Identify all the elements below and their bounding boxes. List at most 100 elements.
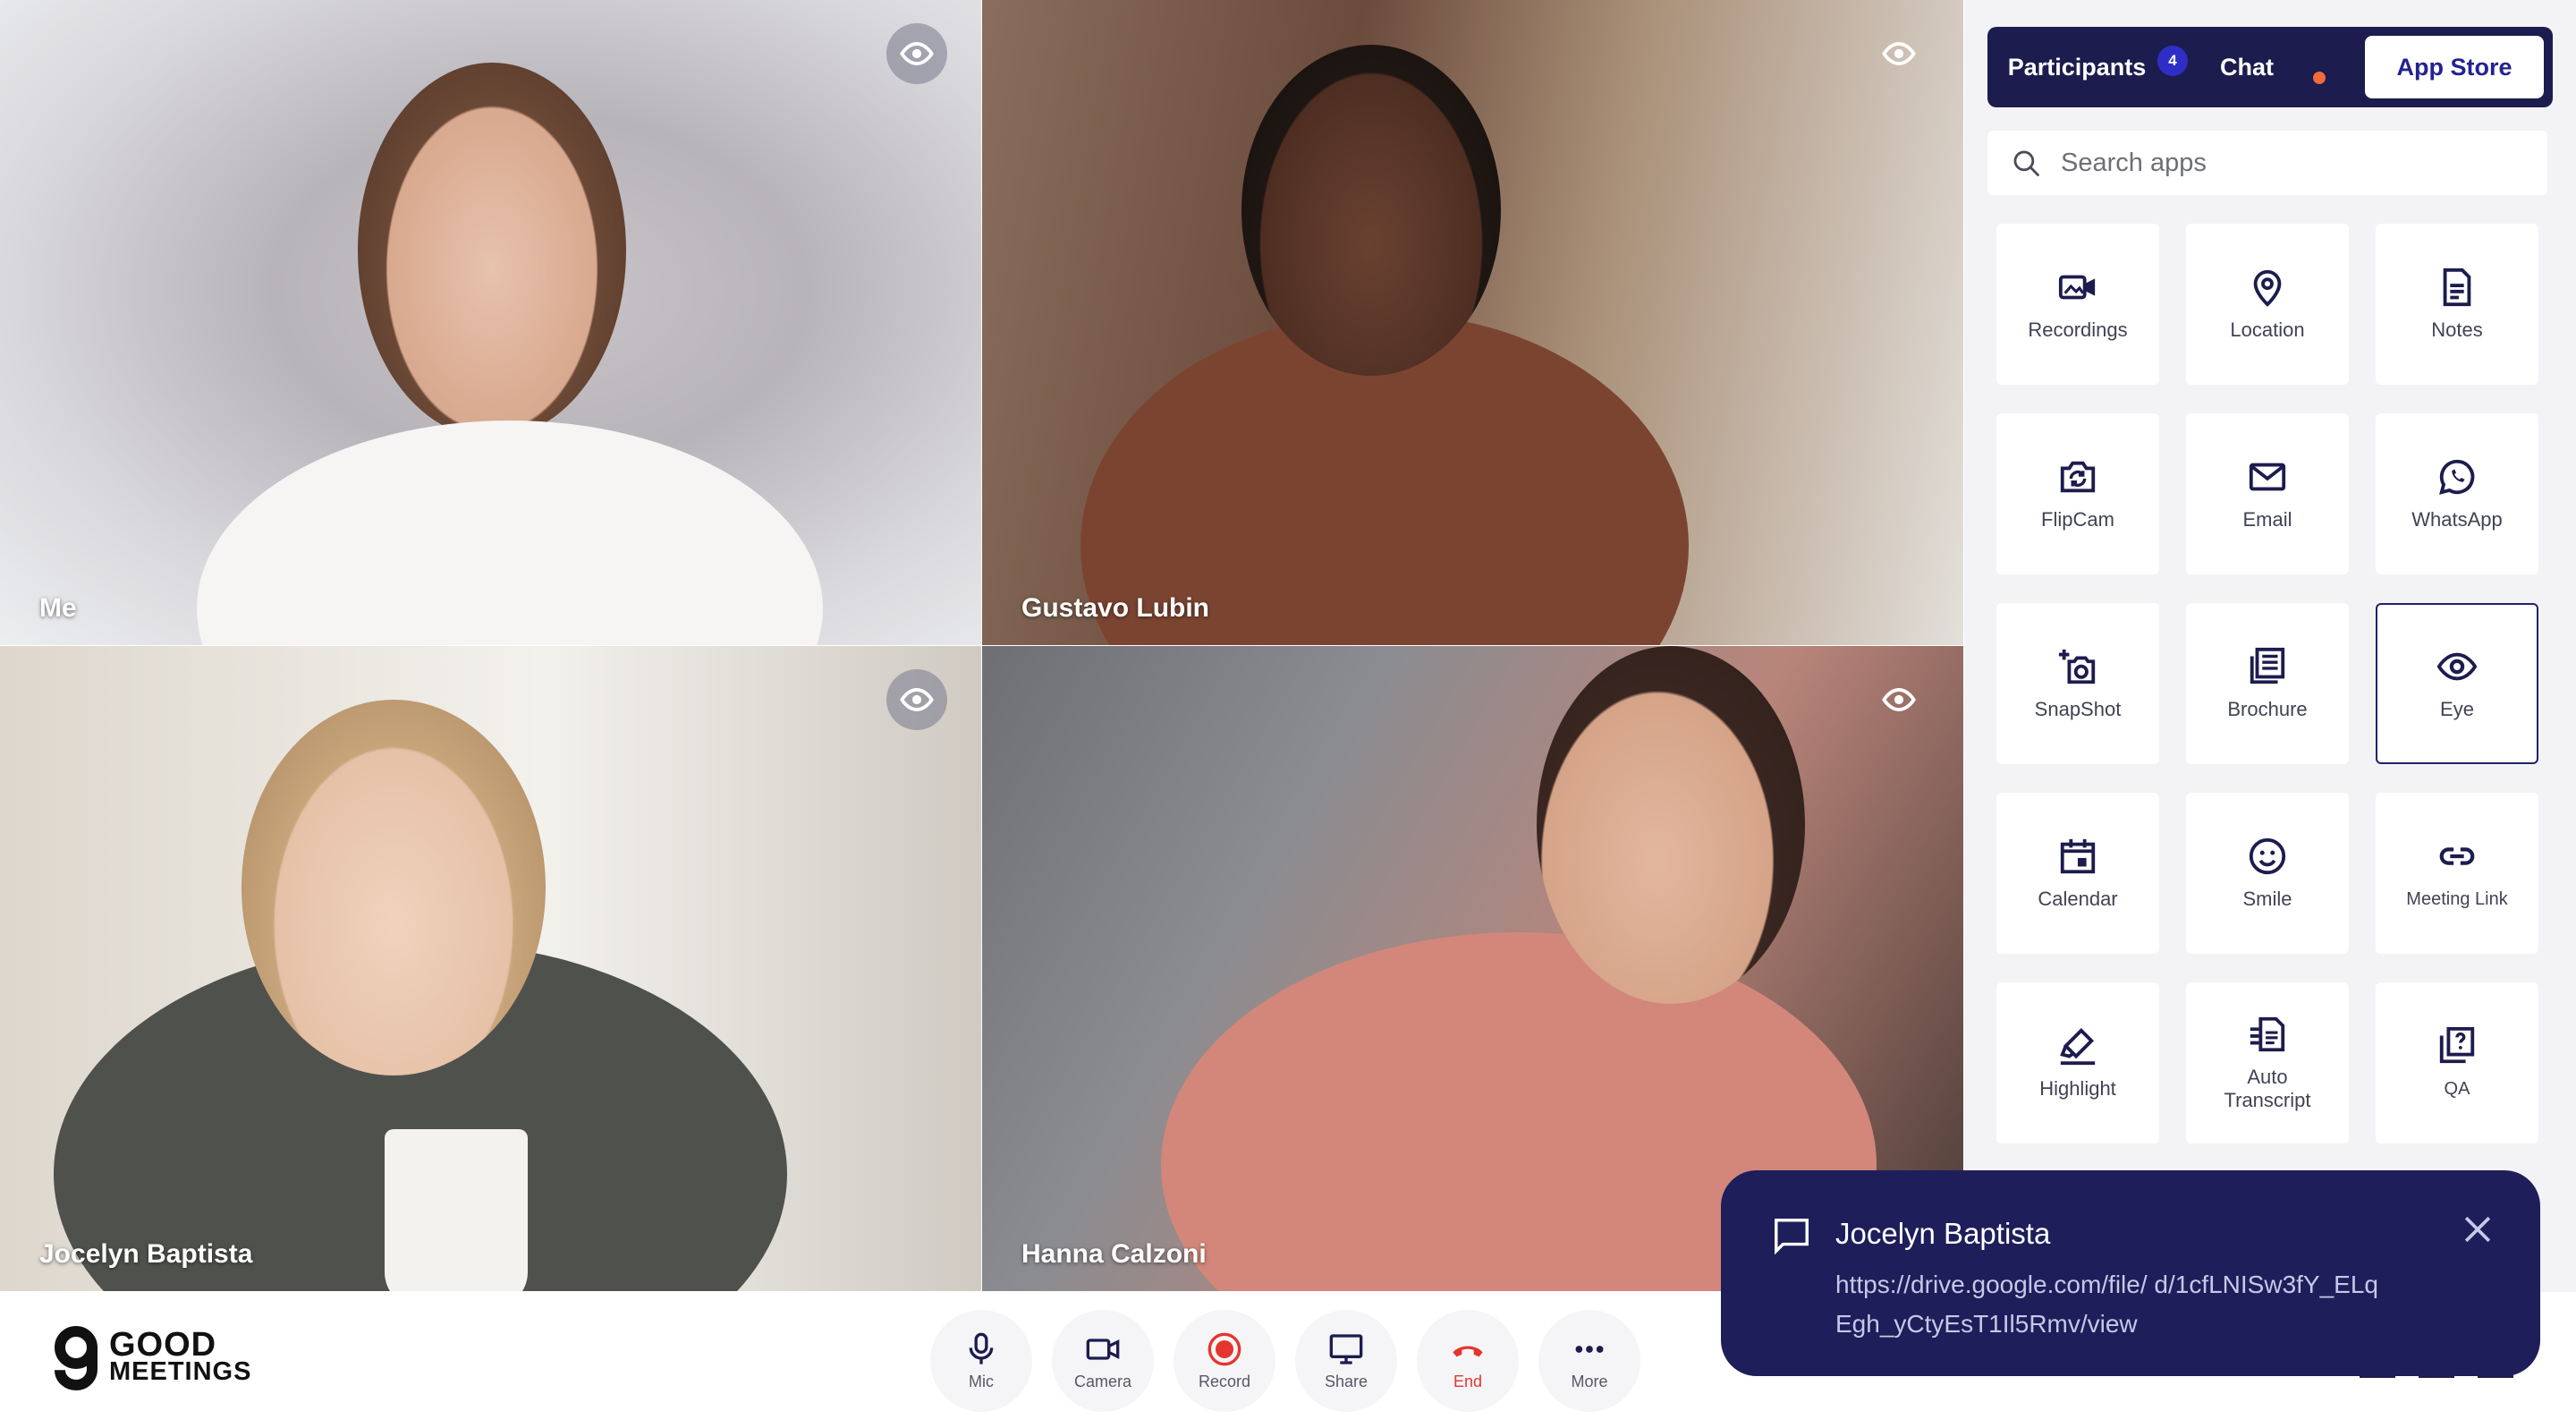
flip-camera-icon <box>2060 461 2096 493</box>
app-label: Eye <box>2440 698 2474 720</box>
share-label: Share <box>1324 1372 1368 1390</box>
app-flipcam[interactable]: FlipCam <box>1996 413 2159 574</box>
tab-chat[interactable]: Chat <box>2184 36 2309 98</box>
logo-text: GOOD MEETINGS <box>109 1326 252 1386</box>
app-label-text: Auto Transcript <box>2224 1066 2311 1111</box>
record-icon <box>1208 1332 1241 1365</box>
app-label: Calendar <box>2038 888 2118 910</box>
video-tile-gustavo[interactable]: Gustavo Lubin <box>982 0 1963 645</box>
tab-participants[interactable]: Participants <box>1996 36 2157 98</box>
email-icon <box>2249 463 2286 491</box>
participant-name: Me <box>39 593 77 623</box>
app-auto-transcript[interactable]: Auto Transcript <box>2186 982 2349 1143</box>
search-apps-box[interactable] <box>1987 131 2547 195</box>
eye-icon <box>1882 688 1916 711</box>
logo-line-1: GOOD <box>109 1326 217 1364</box>
app-label: Notes <box>2431 319 2483 341</box>
chat-unread-dot <box>2313 72 2326 84</box>
app-brochure[interactable]: Brochure <box>2186 603 2349 764</box>
view-toggle-button[interactable] <box>1868 669 1929 730</box>
app-label: Recordings <box>2028 319 2128 341</box>
view-toggle-button[interactable] <box>886 669 947 730</box>
record-label: Record <box>1198 1372 1251 1390</box>
app-label: Brochure <box>2227 698 2308 720</box>
tab-app-store-label: App Store <box>2396 53 2512 81</box>
participant-video <box>242 700 546 1075</box>
mug-image <box>385 1129 528 1291</box>
whatsapp-icon <box>2439 459 2475 495</box>
link-icon <box>2439 847 2475 865</box>
notes-icon <box>2443 268 2471 307</box>
record-button[interactable]: Record <box>1174 1310 1275 1412</box>
video-tile-jocelyn[interactable]: Jocelyn Baptista <box>0 646 981 1291</box>
app-snapshot[interactable]: SnapShot <box>1996 603 2159 764</box>
smile-icon <box>2249 837 2286 875</box>
app-notes[interactable]: Notes <box>2376 224 2538 385</box>
participant-name: Gustavo Lubin <box>1021 593 1209 623</box>
eye-icon <box>2436 652 2478 681</box>
end-label: End <box>1453 1372 1483 1390</box>
app-label: FlipCam <box>2041 508 2114 531</box>
app-recordings[interactable]: Recordings <box>1996 224 2159 385</box>
mic-button[interactable]: Mic <box>930 1310 1032 1412</box>
app-whatsapp[interactable]: WhatsApp <box>2376 413 2538 574</box>
transcript-icon <box>2250 1016 2285 1052</box>
app-label: SnapShot <box>2034 698 2122 720</box>
highlight-icon <box>2060 1028 2096 1066</box>
end-call-icon <box>1453 1345 1483 1356</box>
tab-chat-label: Chat <box>2220 53 2274 81</box>
app-label: QA <box>2444 1079 2470 1099</box>
camera-icon <box>1086 1338 1120 1360</box>
participant-video <box>1241 45 1501 376</box>
toast-message-link[interactable]: https://drive.google.com/file/ d/1cfLNIS… <box>1835 1265 2390 1344</box>
eye-icon <box>900 688 934 711</box>
eye-icon <box>1882 42 1916 65</box>
share-button[interactable]: Share <box>1295 1310 1397 1412</box>
chat-notification-toast[interactable]: Jocelyn Baptista https://drive.google.co… <box>1721 1170 2540 1376</box>
app-eye[interactable]: Eye <box>2376 603 2538 764</box>
more-label: More <box>1571 1372 1608 1390</box>
app-highlight[interactable]: Highlight <box>1996 982 2159 1143</box>
camera-button[interactable]: Camera <box>1052 1310 1154 1412</box>
close-icon[interactable] <box>2458 1210 2497 1249</box>
app-label: Email <box>2242 508 2292 531</box>
calendar-icon <box>2060 838 2096 874</box>
app-email[interactable]: Email <box>2186 413 2349 574</box>
share-screen-icon <box>1329 1333 1363 1364</box>
participant-name: Jocelyn Baptista <box>39 1239 253 1269</box>
search-apps-input[interactable] <box>2061 148 2526 178</box>
camera-label: Camera <box>1073 1372 1132 1390</box>
participant-video-body <box>197 421 823 645</box>
panel-tabs: Participants 4 Chat App Store <box>1987 27 2553 107</box>
participant-video <box>358 63 626 438</box>
chat-bubble-icon <box>1775 1219 1809 1255</box>
good-meetings-logo: GOOD MEETINGS <box>50 1326 251 1390</box>
video-icon <box>2058 275 2096 300</box>
search-icon <box>2013 150 2039 176</box>
app-meeting-link[interactable]: Meeting Link <box>2376 793 2538 954</box>
participant-name: Hanna Calzoni <box>1021 1239 1207 1269</box>
app-location[interactable]: Location <box>2186 224 2349 385</box>
tab-app-store[interactable]: App Store <box>2365 36 2544 98</box>
app-smile[interactable]: Smile <box>2186 793 2349 954</box>
app-label: Smile <box>2242 888 2292 910</box>
location-pin-icon <box>2253 269 2282 307</box>
eye-icon <box>900 42 934 65</box>
app-qa[interactable]: QA <box>2376 982 2538 1143</box>
mic-label: Mic <box>969 1372 994 1390</box>
view-toggle-button[interactable] <box>886 23 947 84</box>
app-label: WhatsApp <box>2411 508 2503 531</box>
tab-participants-label: Participants <box>2007 53 2147 81</box>
logo-mark-icon <box>55 1326 97 1390</box>
video-tile-me[interactable]: Me <box>0 0 981 645</box>
app-calendar[interactable]: Calendar <box>1996 793 2159 954</box>
view-toggle-button[interactable] <box>1868 23 1929 84</box>
logo-line-2: MEETINGS <box>109 1357 252 1386</box>
participant-video <box>1537 646 1805 1004</box>
qa-icon <box>2439 1026 2475 1064</box>
more-button[interactable]: More <box>1538 1310 1640 1412</box>
brochure-icon <box>2250 647 2285 684</box>
toast-sender: Jocelyn Baptista <box>1835 1217 2051 1250</box>
end-call-button[interactable]: End <box>1417 1310 1519 1412</box>
app-label: Location <box>2230 319 2305 341</box>
